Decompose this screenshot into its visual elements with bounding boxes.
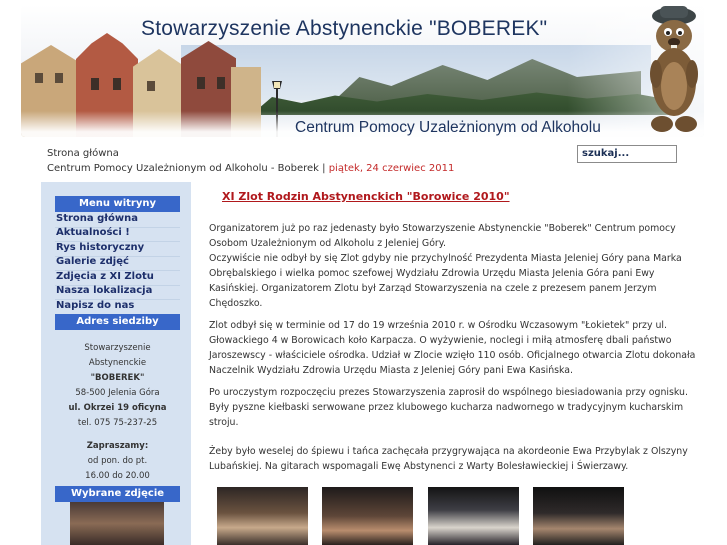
breadcrumb: Strona główna Centrum Pomocy Uzależniony… [47,146,454,176]
article-title-link[interactable]: XI Zlot Rodzin Abstynenckich "Borowice 2… [222,190,510,203]
selected-photo[interactable] [70,502,164,545]
breadcrumb-path: Centrum Pomocy Uzależnionym od Alkoholu … [47,163,326,174]
hours-heading: Zapraszamy: [86,441,149,451]
search-input[interactable]: szukaj... [577,145,677,163]
breadcrumb-home-link[interactable]: Strona główna [47,146,454,161]
sidebar-item-location[interactable]: Nasza lokalizacja [55,284,180,300]
photo-thumbnail[interactable] [322,487,413,545]
sidebar-item-contact[interactable]: Napisz do nas [55,299,180,315]
sidebar-item-news[interactable]: Aktualności ! [55,226,180,242]
beaver-mascot-image [650,6,698,132]
photo-thumbnail[interactable] [428,487,519,545]
address-line: ul. Okrzei 19 oficyna [68,403,167,413]
article-paragraph: Zlot odbył się w terminie od 17 do 19 wr… [209,320,696,377]
current-date: piątek, 24 czerwiec 2011 [328,163,455,174]
address-phone: tel. 075 75-237-25 [77,418,158,428]
site-title: Stowarzyszenie Abstynenckie "BOBEREK" [141,17,548,40]
opening-hours: 16.00 do 20.00 [85,471,150,481]
address-block: Stowarzyszenie Abstynenckie "BOBEREK" 58… [55,341,180,484]
photo-thumbnail[interactable] [533,487,624,545]
address-line: Stowarzyszenie [84,343,151,353]
address-line: "BOBEREK" [90,373,145,383]
opening-days: od pon. do pt. [87,456,148,466]
photo-thumbnail[interactable] [217,487,308,545]
article-paragraph: Po uroczystym rozpoczęciu prezes Stowarz… [209,387,688,429]
menu-heading: Menu witryny [55,196,180,212]
sidebar-item-galleries[interactable]: Galerie zdjęć [55,255,180,271]
photo-heading: Wybrane zdjęcie [55,486,180,502]
address-line: Abstynenckie [88,358,147,368]
site-subtitle: Centrum Pomocy Uzależnionym od Alkoholu [295,119,601,136]
article-paragraph: Żeby było weselej do śpiewu i tańca zach… [209,446,688,473]
header-banner: Stowarzyszenie Abstynenckie "BOBEREK" Ce… [21,5,704,137]
article-paragraph: Organizatorem już po raz jedenasty było … [209,223,682,310]
sidebar: Menu witryny Strona główna Aktualności !… [41,182,191,545]
address-heading: Adres siedziby [55,314,180,330]
address-line: 58-500 Jelenia Góra [75,388,160,398]
